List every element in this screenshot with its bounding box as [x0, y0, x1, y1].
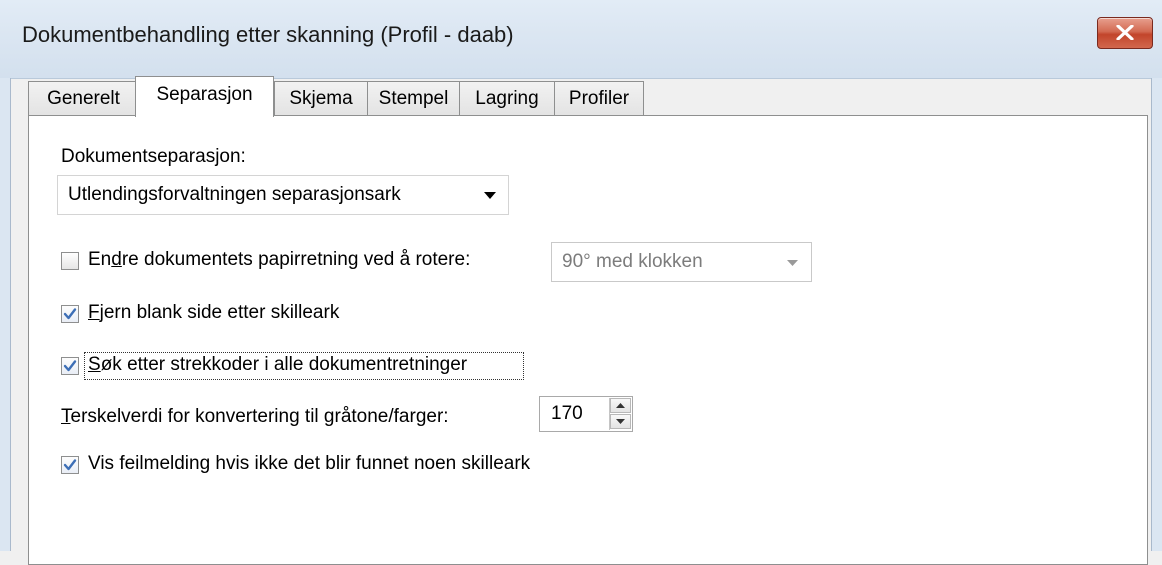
- tab-skjema[interactable]: Skjema: [274, 81, 368, 116]
- barcode-search-checkbox[interactable]: [61, 357, 79, 375]
- rotate-direction-selected: 90° med klokken: [562, 251, 703, 272]
- window-frame-right: [1151, 78, 1162, 551]
- barcode-search-accesskey: S: [88, 354, 101, 375]
- rotate-label: Endre dokumentets papirretning ved å rot…: [88, 249, 470, 271]
- chevron-up-icon: [616, 403, 625, 408]
- remove-blank-checkbox[interactable]: [61, 305, 79, 323]
- threshold-spinner[interactable]: 170: [539, 396, 633, 432]
- tab-lagring[interactable]: Lagring: [459, 81, 555, 116]
- checkmark-icon: [63, 360, 77, 372]
- checkmark-icon: [63, 308, 77, 320]
- remove-blank-label: Fjern blank side etter skilleark: [88, 302, 339, 324]
- tab-separasjon[interactable]: Separasjon: [135, 76, 274, 117]
- checkmark-icon: [63, 459, 77, 471]
- separation-label: Dokumentseparasjon:: [61, 146, 246, 167]
- chevron-down-icon: [616, 419, 625, 424]
- barcode-search-label-text: øk etter strekkoder i alle dokumentretni…: [100, 354, 468, 375]
- chevron-down-icon: [484, 192, 496, 199]
- error-message-label: Vis feilmelding hvis ikke det blir funne…: [88, 453, 531, 474]
- threshold-label: Terskelverdi for konvertering til gråton…: [61, 406, 449, 428]
- rotate-direction-select[interactable]: 90° med klokken: [551, 242, 812, 282]
- separation-selected: Utlendingsforvaltningen separasjonsark: [68, 184, 401, 205]
- threshold-accesskey: T: [61, 406, 71, 427]
- window-frame-left: [0, 78, 11, 551]
- spinner-down-button[interactable]: [610, 414, 631, 429]
- barcode-search-label: Søk etter strekkoder i alle dokumentretn…: [88, 354, 467, 376]
- separation-select[interactable]: Utlendingsforvaltningen separasjonsark: [57, 175, 509, 215]
- close-icon: [1116, 25, 1134, 40]
- spinner-up-button[interactable]: [610, 398, 631, 413]
- tab-profiler[interactable]: Profiler: [554, 81, 644, 116]
- chevron-down-icon: [787, 260, 798, 266]
- threshold-label-text: erskelverdi for konvertering til gråtone…: [70, 406, 449, 427]
- remove-blank-accesskey: F: [88, 302, 100, 323]
- title-bar: Dokumentbehandling etter skanning (Profi…: [0, 0, 1162, 79]
- rotate-label-accesskey: d: [111, 249, 122, 270]
- spinner-buttons: [609, 398, 631, 430]
- threshold-value: 170: [551, 403, 583, 424]
- window-title: Dokumentbehandling etter skanning (Profi…: [22, 22, 514, 47]
- error-message-checkbox[interactable]: [61, 456, 79, 474]
- tab-panel-separasjon: Dokumentseparasjon: Utlendingsforvaltnin…: [28, 115, 1148, 565]
- rotate-label-post: re dokumentets papirretning ved å rotere…: [121, 249, 471, 270]
- rotate-checkbox[interactable]: [61, 252, 79, 270]
- tab-stempel[interactable]: Stempel: [367, 81, 460, 116]
- rotate-label-pre: En: [88, 249, 112, 270]
- remove-blank-label-text: jern blank side etter skilleark: [99, 302, 340, 323]
- tab-generelt[interactable]: Generelt: [28, 81, 139, 116]
- close-button[interactable]: [1097, 17, 1153, 49]
